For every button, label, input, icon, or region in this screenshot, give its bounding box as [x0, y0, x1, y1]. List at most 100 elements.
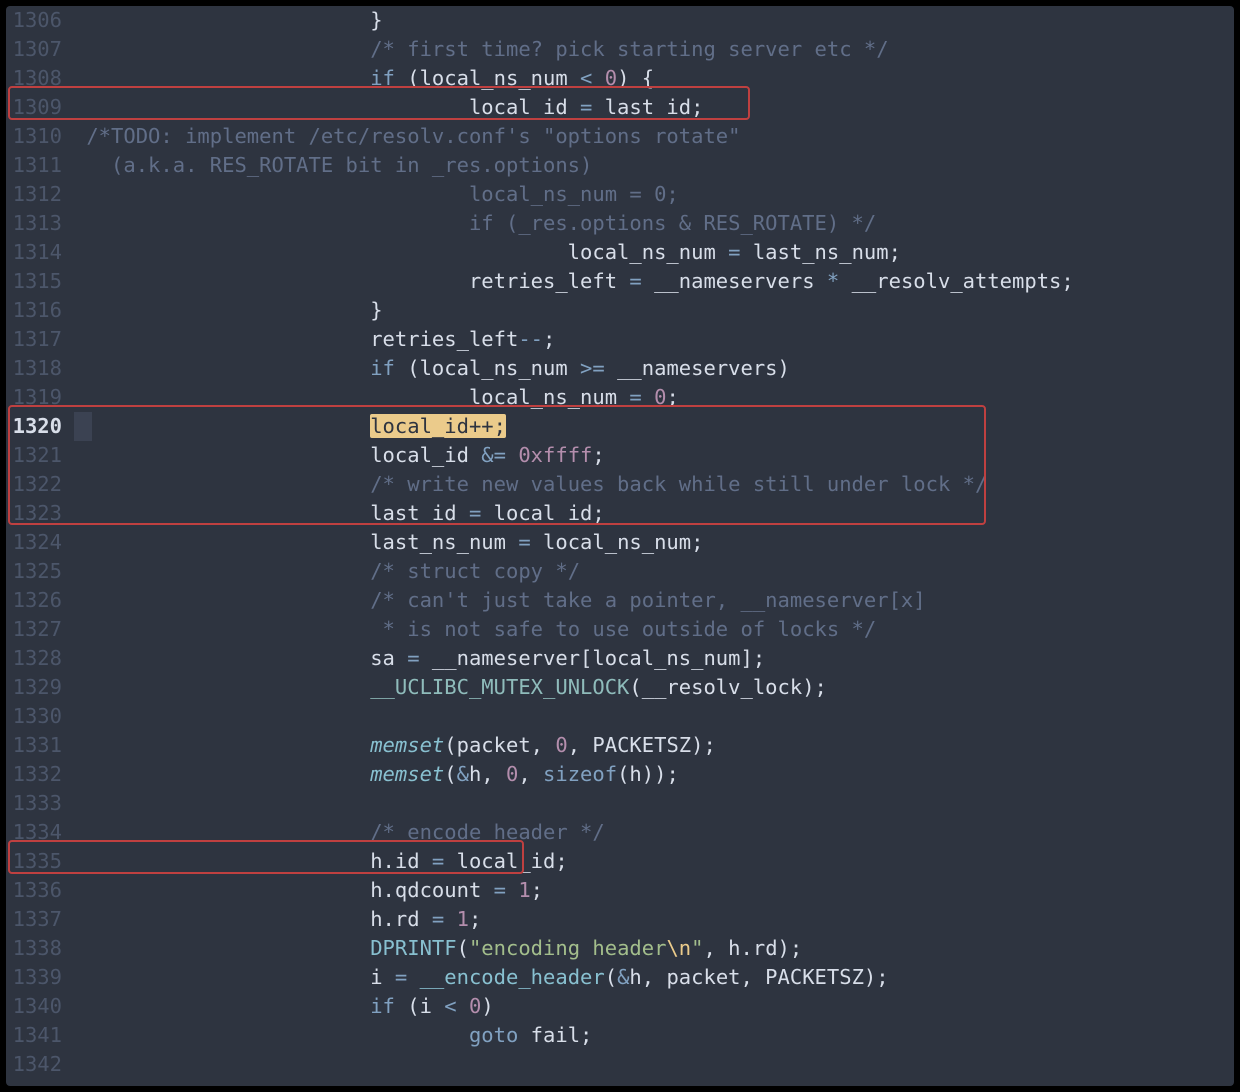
code-line[interactable]: 1310 /*TODO: implement /etc/resolv.conf'…	[6, 122, 1234, 151]
code-line[interactable]: 1323 last_id = local_id;	[6, 499, 1234, 528]
code-content: last_ns_num = local_ns_num;	[74, 528, 703, 557]
line-number: 1317	[6, 325, 74, 354]
code-line[interactable]: 1320 local_id++;	[6, 412, 1234, 441]
line-number: 1342	[6, 1050, 74, 1079]
search-highlight: local_id++;	[370, 414, 506, 438]
line-number: 1319	[6, 383, 74, 412]
code-content: sa = __nameserver[local_ns_num];	[74, 644, 765, 673]
code-content: local_id &= 0xffff;	[74, 441, 605, 470]
code-content: retries_left--;	[74, 325, 555, 354]
code-line[interactable]: 1317 retries_left--;	[6, 325, 1234, 354]
code-content: }	[74, 296, 383, 325]
line-number: 1309	[6, 93, 74, 122]
code-content: /* write new values back while still und…	[74, 470, 987, 499]
line-number: 1341	[6, 1021, 74, 1050]
line-number: 1311	[6, 151, 74, 180]
code-line[interactable]: 1319 local_ns_num = 0;	[6, 383, 1234, 412]
code-line[interactable]: 1318 if (local_ns_num >= __nameservers)	[6, 354, 1234, 383]
line-number: 1335	[6, 847, 74, 876]
code-line[interactable]: 1309 local_id = last_id;	[6, 93, 1234, 122]
code-line[interactable]: 1316 }	[6, 296, 1234, 325]
code-line[interactable]: 1322 /* write new values back while stil…	[6, 470, 1234, 499]
code-line[interactable]: 1336 h.qdcount = 1;	[6, 876, 1234, 905]
code-content: local_ns_num = last_ns_num;	[74, 238, 901, 267]
code-content: goto fail;	[74, 1021, 592, 1050]
code-line[interactable]: 1342	[6, 1050, 1234, 1079]
code-content: last_id = local_id;	[74, 499, 605, 528]
line-number: 1333	[6, 789, 74, 818]
code-line[interactable]: 1333	[6, 789, 1234, 818]
code-editor[interactable]: 1306 }1307 /* first time? pick starting …	[6, 6, 1234, 1086]
code-content: h.id = local_id;	[74, 847, 568, 876]
line-number: 1340	[6, 992, 74, 1021]
code-line[interactable]: 1328 sa = __nameserver[local_ns_num];	[6, 644, 1234, 673]
code-line[interactable]: 1329 __UCLIBC_MUTEX_UNLOCK(__resolv_lock…	[6, 673, 1234, 702]
line-number: 1312	[6, 180, 74, 209]
code-line[interactable]: 1332 memset(&h, 0, sizeof(h));	[6, 760, 1234, 789]
line-number: 1323	[6, 499, 74, 528]
line-number: 1322	[6, 470, 74, 499]
code-content: local_ns_num = 0;	[74, 180, 679, 209]
code-content: if (i < 0)	[74, 992, 494, 1021]
line-number: 1310	[6, 122, 74, 151]
code-content: h.qdcount = 1;	[74, 876, 543, 905]
code-content: (a.k.a. RES_ROTATE bit in _res.options)	[74, 151, 592, 180]
code-line[interactable]: 1312 local_ns_num = 0;	[6, 180, 1234, 209]
code-content: if (local_ns_num >= __nameservers)	[74, 354, 790, 383]
code-line[interactable]: 1327 * is not safe to use outside of loc…	[6, 615, 1234, 644]
code-content: * is not safe to use outside of locks */	[74, 615, 876, 644]
line-number: 1331	[6, 731, 74, 760]
line-number: 1337	[6, 905, 74, 934]
code-line[interactable]: 1331 memset(packet, 0, PACKETSZ);	[6, 731, 1234, 760]
code-line[interactable]: 1340 if (i < 0)	[6, 992, 1234, 1021]
line-number: 1327	[6, 615, 74, 644]
code-content: if (_res.options & RES_ROTATE) */	[74, 209, 876, 238]
line-number: 1324	[6, 528, 74, 557]
code-content: /* encode header */	[74, 818, 605, 847]
code-content: local_id++;	[74, 412, 506, 441]
code-line[interactable]: 1335 h.id = local_id;	[6, 847, 1234, 876]
code-line[interactable]: 1311 (a.k.a. RES_ROTATE bit in _res.opti…	[6, 151, 1234, 180]
code-content: /* struct copy */	[74, 557, 580, 586]
code-line[interactable]: 1334 /* encode header */	[6, 818, 1234, 847]
code-content: /* first time? pick starting server etc …	[74, 35, 889, 64]
code-line[interactable]: 1326 /* can't just take a pointer, __nam…	[6, 586, 1234, 615]
line-number: 1326	[6, 586, 74, 615]
code-line[interactable]: 1307 /* first time? pick starting server…	[6, 35, 1234, 64]
line-number: 1320	[6, 412, 74, 441]
line-number: 1336	[6, 876, 74, 905]
code-line[interactable]: 1313 if (_res.options & RES_ROTATE) */	[6, 209, 1234, 238]
line-number: 1330	[6, 702, 74, 731]
code-line[interactable]: 1306 }	[6, 6, 1234, 35]
line-number: 1307	[6, 35, 74, 64]
line-number: 1328	[6, 644, 74, 673]
code-content: local_id = last_id;	[74, 93, 703, 122]
line-number: 1338	[6, 934, 74, 963]
code-line[interactable]: 1337 h.rd = 1;	[6, 905, 1234, 934]
line-number: 1315	[6, 267, 74, 296]
line-number: 1308	[6, 64, 74, 93]
code-content: h.rd = 1;	[74, 905, 481, 934]
code-container: 1306 }1307 /* first time? pick starting …	[6, 6, 1234, 1079]
code-content: /*TODO: implement /etc/resolv.conf's "op…	[74, 122, 740, 151]
code-content: if (local_ns_num < 0) {	[74, 64, 654, 93]
code-line[interactable]: 1321 local_id &= 0xffff;	[6, 441, 1234, 470]
code-line[interactable]: 1324 last_ns_num = local_ns_num;	[6, 528, 1234, 557]
code-content: memset(&h, 0, sizeof(h));	[74, 760, 679, 789]
code-line[interactable]: 1315 retries_left = __nameservers * __re…	[6, 267, 1234, 296]
code-line[interactable]: 1314 local_ns_num = last_ns_num;	[6, 238, 1234, 267]
code-line[interactable]: 1330	[6, 702, 1234, 731]
code-content: memset(packet, 0, PACKETSZ);	[74, 731, 716, 760]
code-line[interactable]: 1339 i = __encode_header(&h, packet, PAC…	[6, 963, 1234, 992]
code-line[interactable]: 1308 if (local_ns_num < 0) {	[6, 64, 1234, 93]
line-number: 1339	[6, 963, 74, 992]
code-content: }	[74, 6, 383, 35]
code-content: retries_left = __nameservers * __resolv_…	[74, 267, 1074, 296]
line-number: 1325	[6, 557, 74, 586]
line-number: 1321	[6, 441, 74, 470]
code-line[interactable]: 1338 DPRINTF("encoding header\n", h.rd);	[6, 934, 1234, 963]
code-line[interactable]: 1325 /* struct copy */	[6, 557, 1234, 586]
code-content: i = __encode_header(&h, packet, PACKETSZ…	[74, 963, 889, 992]
code-content: DPRINTF("encoding header\n", h.rd);	[74, 934, 802, 963]
code-line[interactable]: 1341 goto fail;	[6, 1021, 1234, 1050]
